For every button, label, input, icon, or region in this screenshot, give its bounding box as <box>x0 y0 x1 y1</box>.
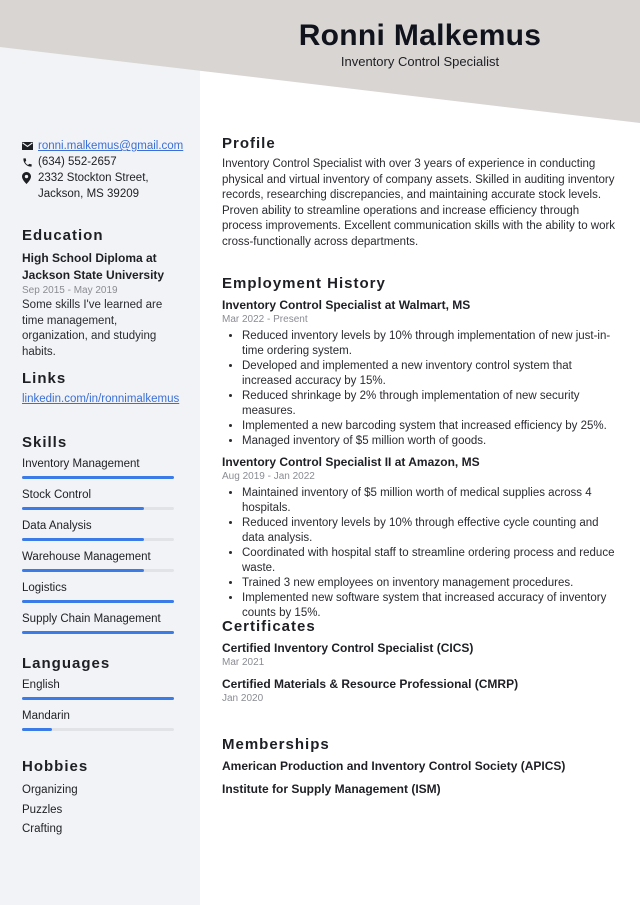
level-bar-fill <box>22 538 144 541</box>
location-pin-icon <box>22 170 38 186</box>
level-bar-track <box>22 538 174 541</box>
job-bullet: Implemented new software system that inc… <box>242 591 618 621</box>
employment-section: Employment History Inventory Control Spe… <box>222 275 618 626</box>
skill-label: Supply Chain Management <box>22 613 161 625</box>
education-heading: Education <box>22 227 104 244</box>
job-bullet-list: Maintained inventory of $5 million worth… <box>222 486 618 621</box>
job-bullet: Managed inventory of $5 million worth of… <box>242 434 618 449</box>
envelope-icon <box>22 138 38 154</box>
hobby-item: Puzzles <box>22 803 63 816</box>
level-bar-fill <box>22 600 174 603</box>
certificate-date: Mar 2021 <box>222 657 265 668</box>
profile-section: Profile Inventory Control Specialist wit… <box>222 135 618 250</box>
language-item: English <box>22 678 174 700</box>
skill-item: Stock Control <box>22 488 174 510</box>
skill-item: Logistics <box>22 581 174 603</box>
contact-phone: (634) 552-2657 <box>22 154 174 170</box>
phone-icon <box>22 154 38 170</box>
language-label: English <box>22 679 60 691</box>
skill-item: Warehouse Management <box>22 550 174 572</box>
memberships-section: Memberships American Production and Inve… <box>222 736 618 804</box>
membership-item: American Production and Inventory Contro… <box>222 759 566 773</box>
skill-item: Supply Chain Management <box>22 612 174 634</box>
job-entry: Inventory Control Specialist II at Amazo… <box>222 454 618 621</box>
languages-section: Languages English Mandarin <box>22 655 174 740</box>
level-bar-track <box>22 728 174 731</box>
job-bullet: Trained 3 new employees on inventory man… <box>242 576 618 591</box>
skills-section: Skills Inventory Management Stock Control… <box>22 434 174 643</box>
certificate-date: Jan 2020 <box>222 693 264 704</box>
profile-text: Inventory Control Specialist with over 3… <box>222 158 616 248</box>
language-item: Mandarin <box>22 709 174 731</box>
links-section: Links linkedin.com/in/ronnimalkemus <box>22 370 179 405</box>
skill-item: Inventory Management <box>22 457 174 479</box>
header: Ronni Malkemus Inventory Control Special… <box>200 18 640 70</box>
job-bullet: Developed and implemented a new inventor… <box>242 359 618 389</box>
skill-label: Inventory Management <box>22 458 140 470</box>
hobby-item: Crafting <box>22 823 63 835</box>
hobbies-heading: Hobbies <box>22 758 89 775</box>
certificates-section: Certificates Certified Inventory Control… <box>222 618 618 706</box>
job-entry-title: Inventory Control Specialist II at Amazo… <box>222 455 480 469</box>
skill-item: Data Analysis <box>22 519 174 541</box>
job-bullet: Reduced inventory levels by 10% through … <box>242 329 618 359</box>
phone-number: (634) 552-2657 <box>38 156 117 168</box>
level-bar-track <box>22 476 174 479</box>
education-section: Education High School Diploma at Jackson… <box>22 227 174 360</box>
membership-item: Institute for Supply Management (ISM) <box>222 782 441 796</box>
job-entry-dates: Mar 2022 - Present <box>222 314 308 325</box>
level-bar-track <box>22 507 174 510</box>
skills-heading: Skills <box>22 434 68 451</box>
languages-heading: Languages <box>22 655 111 672</box>
job-title: Inventory Control Specialist <box>340 54 500 69</box>
job-bullet: Implemented a new barcoding system that … <box>242 419 618 434</box>
hobby-item: Organizing <box>22 784 78 796</box>
memberships-heading: Memberships <box>222 736 330 753</box>
level-bar-track <box>22 569 174 572</box>
contact-section: ronni.malkemus@gmail.com (634) 552-2657 … <box>22 138 183 202</box>
certificate-title: Certified Inventory Control Specialist (… <box>222 641 474 655</box>
job-bullet: Reduced inventory levels by 10% through … <box>242 516 618 546</box>
job-entry: Inventory Control Specialist at Walmart,… <box>222 297 618 449</box>
contact-address: 2332 Stockton Street, Jackson, MS 39209 <box>22 170 174 202</box>
education-degree-line-2: Jackson State University <box>22 268 165 282</box>
language-label: Mandarin <box>22 710 70 722</box>
level-bar-fill <box>22 569 144 572</box>
job-bullet: Coordinated with hospital staff to strea… <box>242 546 618 576</box>
contact-email: ronni.malkemus@gmail.com <box>22 138 183 154</box>
employment-heading: Employment History <box>222 275 386 292</box>
level-bar-fill <box>22 697 174 700</box>
hobbies-section: Hobbies Organizing Puzzles Crafting <box>22 758 174 840</box>
skill-label: Stock Control <box>22 489 92 501</box>
candidate-name: Ronni Malkemus <box>298 19 542 52</box>
job-bullet: Maintained inventory of $5 million worth… <box>242 486 618 516</box>
links-heading: Links <box>22 370 67 387</box>
level-bar-track <box>22 697 174 700</box>
education-description: Some skills I've learned are time manage… <box>22 299 163 358</box>
education-dates: Sep 2015 - May 2019 <box>22 285 118 296</box>
level-bar-fill <box>22 631 174 634</box>
job-bullet: Reduced shrinkage by 2% through implemen… <box>242 389 618 419</box>
certificates-heading: Certificates <box>222 618 316 635</box>
linkedin-link[interactable]: linkedin.com/in/ronnimalkemus <box>22 393 179 405</box>
profile-heading: Profile <box>222 135 276 152</box>
certificate-title: Certified Materials & Resource Professio… <box>222 677 519 691</box>
job-bullet-list: Reduced inventory levels by 10% through … <box>222 329 618 449</box>
level-bar-fill <box>22 728 53 731</box>
skill-label: Logistics <box>22 582 67 594</box>
skill-label: Warehouse Management <box>22 551 151 563</box>
level-bar-track <box>22 631 174 634</box>
address-line-1: 2332 Stockton Street, <box>38 172 149 184</box>
job-entry-title: Inventory Control Specialist at Walmart,… <box>222 298 471 312</box>
email-link[interactable]: ronni.malkemus@gmail.com <box>38 138 183 154</box>
skill-label: Data Analysis <box>22 520 92 532</box>
level-bar-fill <box>22 476 174 479</box>
level-bar-track <box>22 600 174 603</box>
education-degree-line-1: High School Diploma at <box>22 251 157 265</box>
address-line-2: Jackson, MS 39209 <box>38 188 140 200</box>
level-bar-fill <box>22 507 144 510</box>
job-entry-dates: Aug 2019 - Jan 2022 <box>222 471 315 482</box>
